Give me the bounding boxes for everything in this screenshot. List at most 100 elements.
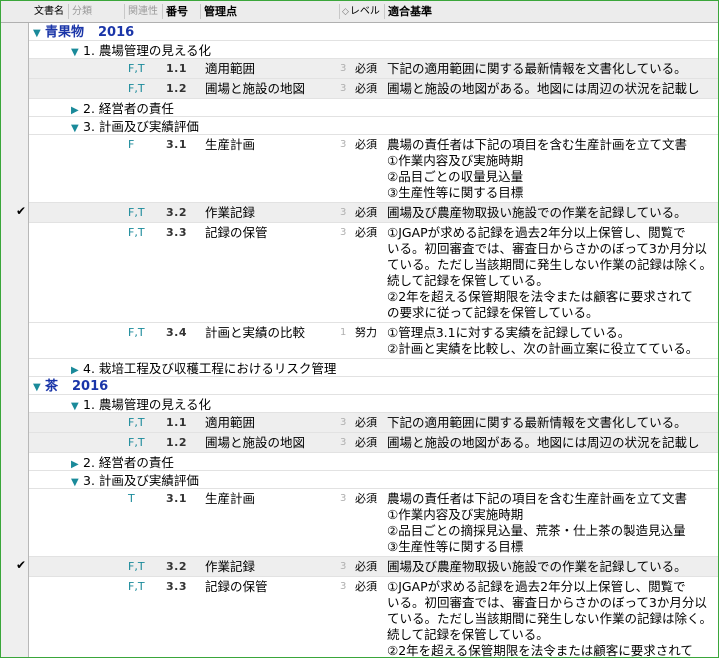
criteria-line: ①作業内容及び実施時期 <box>387 507 524 522</box>
group-row[interactable]: ▼ 青果物 2016 <box>29 23 718 41</box>
collapse-triangle-icon[interactable]: ▶ <box>71 363 83 376</box>
criteria-line: ①管理点3.1に対する実績を記録している。 <box>387 325 631 340</box>
section-row[interactable]: ▶ 2. 経営者の責任 <box>29 99 718 117</box>
table-row[interactable]: F,T 3.3 記録の保管 3 必須 ①JGAPが求める記録を過去2年分以上保管し、閲覧で… <box>29 577 718 658</box>
criteria-line: いる。初回審査では、審査日からさかのぼって3か月分以 <box>387 241 707 256</box>
number-cell: 3.1 <box>166 492 187 505</box>
table-row[interactable]: F,T 1.2 圃場と施設の地図 3 必須 圃場と施設の地図がある。地図には周辺の状況を記… <box>29 433 718 453</box>
level-score-cell: 3 <box>340 437 347 448</box>
level-score-cell: 3 <box>340 83 347 94</box>
section-row[interactable]: ▼ 1. 農場管理の見える化 <box>29 41 718 59</box>
control-point-cell: 作業記録 <box>205 559 256 574</box>
criteria-line: 続して記録を保管している。 <box>387 273 549 288</box>
collapse-triangle-icon[interactable]: ▶ <box>71 103 83 116</box>
control-point-cell: 圃場と施設の地図 <box>205 81 306 96</box>
section-name: 2. 経営者の責任 <box>83 455 174 470</box>
criteria-line: 圃場及び農産物取扱い施設での作業を記録している。 <box>387 559 687 574</box>
group-year: 2016 <box>72 379 109 394</box>
section-row[interactable]: ▶ 4. 栽培工程及び収穫工程におけるリスク管理 <box>29 359 718 377</box>
column-header-bar: 文書名 分類 関連性 番号 管理点 ◇レベル 適合基準 <box>1 1 718 23</box>
table-row[interactable]: F,T 1.1 適用範囲 3 必須 下記の適用範囲に関する最新情報を文書化している。 <box>29 59 718 79</box>
expand-triangle-icon[interactable]: ▼ <box>71 45 83 58</box>
relevance-cell: F <box>128 138 135 151</box>
col-header-doc-name[interactable]: 文書名 <box>34 1 64 22</box>
criteria-line: いる。初回審査では、審査日からさかのぼって3か月分以 <box>387 595 707 610</box>
table-row[interactable]: F 3.1 生産計画 3 必須 農場の責任者は下記の項目を含む生産計画を立て文書 ①作業内容… <box>29 135 718 203</box>
group-row[interactable]: ▼ 茶 2016 <box>29 377 718 395</box>
col-header-control-point[interactable]: 管理点 <box>204 1 237 22</box>
section-row[interactable]: ▼ 3. 計画及び実績評価 <box>29 117 718 135</box>
criteria-cell: 圃場と施設の地図がある。地図には周辺の状況を記載し <box>387 435 700 451</box>
control-point-cell: 記録の保管 <box>205 579 268 594</box>
criteria-line: ②2年を超える保管期限を法令または顧客に要求されて <box>387 643 693 658</box>
relevance-cell: F,T <box>128 62 145 75</box>
check-gutter: ✔ ✔ <box>1 23 29 657</box>
checkmark-icon[interactable]: ✔ <box>16 558 26 572</box>
criteria-line: ②計画と実績を比較し、次の計画立案に役立てている。 <box>387 341 699 356</box>
criteria-line: ①作業内容及び実施時期 <box>387 153 524 168</box>
col-header-relevance[interactable]: 関連性 <box>128 1 158 22</box>
relevance-cell: F,T <box>128 416 145 429</box>
sort-arrows-icon: ◇ <box>342 7 349 17</box>
level-score-cell: 1 <box>340 327 347 338</box>
section-label: ▶ 2. 経営者の責任 <box>71 101 174 116</box>
table-row[interactable]: F,T 3.3 記録の保管 3 必須 ①JGAPが求める記録を過去2年分以上保管し、閲覧で… <box>29 223 718 323</box>
number-cell: 3.4 <box>166 326 187 339</box>
table-row[interactable]: F,T 1.2 圃場と施設の地図 3 必須 圃場と施設の地図がある。地図には周辺の状況を記… <box>29 79 718 99</box>
level-cell: 必須 <box>355 580 377 593</box>
criteria-line: ている。ただし当該期間に発生しない作業の記録は除く。 <box>387 611 713 626</box>
col-header-level[interactable]: ◇レベル <box>342 1 380 22</box>
col-header-number[interactable]: 番号 <box>166 1 188 22</box>
criteria-line: ②品目ごとの摘採見込量、荒茶・仕上茶の製造見込量 <box>387 523 686 538</box>
collapse-triangle-icon[interactable]: ▶ <box>71 457 83 470</box>
group-title: ▼ 茶 2016 <box>33 379 109 394</box>
table-row[interactable]: T 3.1 生産計画 3 必須 農場の責任者は下記の項目を含む生産計画を立て文書 ①作業内容… <box>29 489 718 557</box>
control-point-cell: 圃場と施設の地図 <box>205 435 306 450</box>
level-score-cell: 3 <box>340 227 347 238</box>
table-row[interactable]: F,T 1.1 適用範囲 3 必須 下記の適用範囲に関する最新情報を文書化している。 <box>29 413 718 433</box>
section-name: 3. 計画及び実績評価 <box>83 473 199 488</box>
expand-triangle-icon[interactable]: ▼ <box>71 121 83 134</box>
criteria-cell: ①管理点3.1に対する実績を記録している。 ②計画と実績を比較し、次の計画立案に役… <box>387 325 698 357</box>
col-header-criteria[interactable]: 適合基準 <box>388 1 432 22</box>
criteria-cell: 圃場と施設の地図がある。地図には周辺の状況を記載し <box>387 81 700 97</box>
number-cell: 3.1 <box>166 138 187 151</box>
section-label: ▼ 3. 計画及び実績評価 <box>71 473 199 488</box>
section-name: 2. 経営者の責任 <box>83 101 174 116</box>
level-score-cell: 3 <box>340 581 347 592</box>
table-row[interactable]: F,T 3.4 計画と実績の比較 1 努力 ①管理点3.1に対する実績を記録している。 ②計… <box>29 323 718 359</box>
section-label: ▼ 1. 農場管理の見える化 <box>71 397 211 412</box>
number-cell: 1.2 <box>166 436 187 449</box>
section-row[interactable]: ▶ 2. 経営者の責任 <box>29 453 718 471</box>
section-name: 4. 栽培工程及び収穫工程におけるリスク管理 <box>83 361 337 376</box>
table-row[interactable]: F,T 3.2 作業記録 3 必須 圃場及び農産物取扱い施設での作業を記録している。 <box>29 557 718 577</box>
level-score-cell: 3 <box>340 417 347 428</box>
number-cell: 3.2 <box>166 206 187 219</box>
group-year: 2016 <box>98 25 135 40</box>
criteria-line: 圃場及び農産物取扱い施設での作業を記録している。 <box>387 205 687 220</box>
control-point-cell: 生産計画 <box>205 491 256 506</box>
relevance-cell: F,T <box>128 226 145 239</box>
expand-triangle-icon[interactable]: ▼ <box>71 399 83 412</box>
checklist-window: 文書名 分類 関連性 番号 管理点 ◇レベル 適合基準 ✔ ✔ ▼ 青果物 2016 ▼… <box>0 0 719 658</box>
table-row[interactable]: F,T 3.2 作業記録 3 必須 圃場及び農産物取扱い施設での作業を記録している。 <box>29 203 718 223</box>
section-row[interactable]: ▼ 3. 計画及び実績評価 <box>29 471 718 489</box>
col-header-category[interactable]: 分類 <box>72 1 92 22</box>
control-point-cell: 適用範囲 <box>205 415 256 430</box>
relevance-cell: F,T <box>128 82 145 95</box>
level-cell: 必須 <box>355 492 377 505</box>
section-row[interactable]: ▼ 1. 農場管理の見える化 <box>29 395 718 413</box>
checkmark-icon[interactable]: ✔ <box>16 204 26 218</box>
criteria-cell: 農場の責任者は下記の項目を含む生産計画を立て文書 ①作業内容及び実施時期 ②品目ごと… <box>387 137 687 201</box>
criteria-cell: ①JGAPが求める記録を過去2年分以上保管し、閲覧で いる。初回審査では、審査日か… <box>387 225 712 321</box>
section-label: ▶ 4. 栽培工程及び収穫工程におけるリスク管理 <box>71 361 337 376</box>
criteria-line: 下記の適用範囲に関する最新情報を文書化している。 <box>387 415 687 430</box>
criteria-line: ①JGAPが求める記録を過去2年分以上保管し、閲覧で <box>387 579 686 594</box>
level-cell: 必須 <box>355 206 377 219</box>
relevance-cell: F,T <box>128 436 145 449</box>
number-cell: 1.2 <box>166 82 187 95</box>
expand-triangle-icon[interactable]: ▼ <box>33 26 45 40</box>
control-point-cell: 作業記録 <box>205 205 256 220</box>
expand-triangle-icon[interactable]: ▼ <box>33 380 45 394</box>
expand-triangle-icon[interactable]: ▼ <box>71 475 83 488</box>
